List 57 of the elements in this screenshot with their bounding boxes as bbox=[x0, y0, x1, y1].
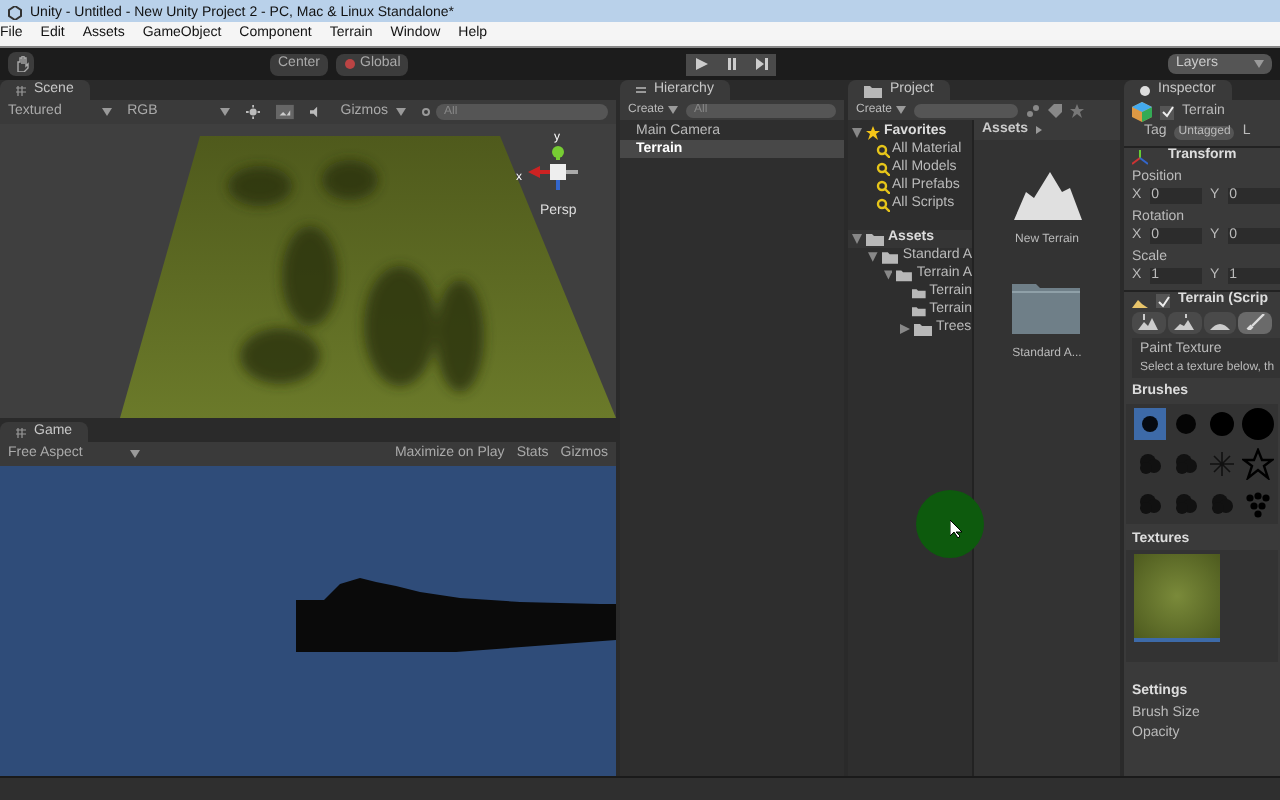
chevron-right-icon bbox=[1035, 126, 1042, 134]
sun-icon[interactable] bbox=[246, 104, 261, 120]
caret-icon bbox=[101, 108, 112, 116]
step-icon bbox=[755, 58, 768, 70]
expanded-arrow-icon[interactable] bbox=[868, 252, 878, 262]
folder-icon[interactable] bbox=[1012, 278, 1081, 334]
list-icon bbox=[636, 85, 646, 95]
mountain-icon[interactable] bbox=[1013, 172, 1081, 220]
search-icon bbox=[422, 107, 432, 117]
search-icon bbox=[876, 162, 890, 176]
terrain-tool-button[interactable] bbox=[1203, 311, 1237, 333]
brush-swatch[interactable] bbox=[1242, 487, 1274, 519]
hand-icon bbox=[13, 56, 29, 72]
component-checkbox[interactable] bbox=[1156, 294, 1170, 308]
search-field[interactable] bbox=[914, 103, 1019, 117]
terrain-tool-button[interactable] bbox=[1167, 311, 1201, 333]
grass-texture-swatch[interactable] bbox=[1134, 554, 1220, 642]
expanded-arrow-icon[interactable] bbox=[884, 270, 893, 280]
caret-icon bbox=[220, 108, 231, 116]
checkmark-icon bbox=[1161, 106, 1173, 119]
paintbrush-icon bbox=[1245, 314, 1266, 330]
collapsed-arrow-icon[interactable] bbox=[900, 324, 910, 334]
terrain-tool-button[interactable] bbox=[1238, 311, 1272, 333]
play-icon bbox=[695, 58, 708, 70]
expanded-arrow-icon[interactable] bbox=[852, 234, 862, 244]
brush-swatch[interactable] bbox=[1134, 407, 1166, 439]
cursor-icon bbox=[950, 520, 962, 538]
pause-icon bbox=[725, 58, 738, 70]
terrain-raise-icon bbox=[1138, 314, 1159, 330]
brush-swatch[interactable] bbox=[1242, 447, 1274, 479]
caret-icon bbox=[130, 450, 140, 458]
terrain-tool-button[interactable] bbox=[1132, 311, 1166, 333]
axes-icon bbox=[1132, 149, 1148, 165]
star-icon[interactable] bbox=[1070, 103, 1085, 117]
terrain-height-icon bbox=[1174, 314, 1195, 330]
expanded-arrow-icon[interactable] bbox=[852, 128, 862, 138]
search-icon bbox=[876, 198, 890, 212]
caret-icon bbox=[396, 108, 406, 116]
play-button[interactable] bbox=[686, 53, 717, 75]
caret-icon bbox=[668, 106, 679, 114]
caret-icon bbox=[896, 106, 907, 114]
hand-tool-button[interactable] bbox=[8, 52, 34, 76]
caret-icon bbox=[1254, 60, 1264, 68]
checkmark-icon bbox=[1157, 295, 1169, 307]
cube-icon bbox=[1132, 102, 1152, 123]
search-icon bbox=[876, 144, 890, 158]
brush-swatch[interactable] bbox=[1206, 407, 1238, 439]
step-button[interactable] bbox=[746, 53, 777, 75]
star-icon bbox=[866, 126, 880, 140]
brush-swatch[interactable] bbox=[1206, 447, 1238, 479]
active-checkbox[interactable] bbox=[1160, 105, 1174, 120]
brush-swatch[interactable] bbox=[1242, 407, 1274, 439]
filter-icon[interactable] bbox=[1026, 103, 1041, 117]
image-icon[interactable] bbox=[276, 104, 295, 120]
search-icon bbox=[876, 180, 890, 194]
terrain-icon bbox=[1132, 295, 1148, 307]
grid-icon bbox=[16, 85, 26, 95]
